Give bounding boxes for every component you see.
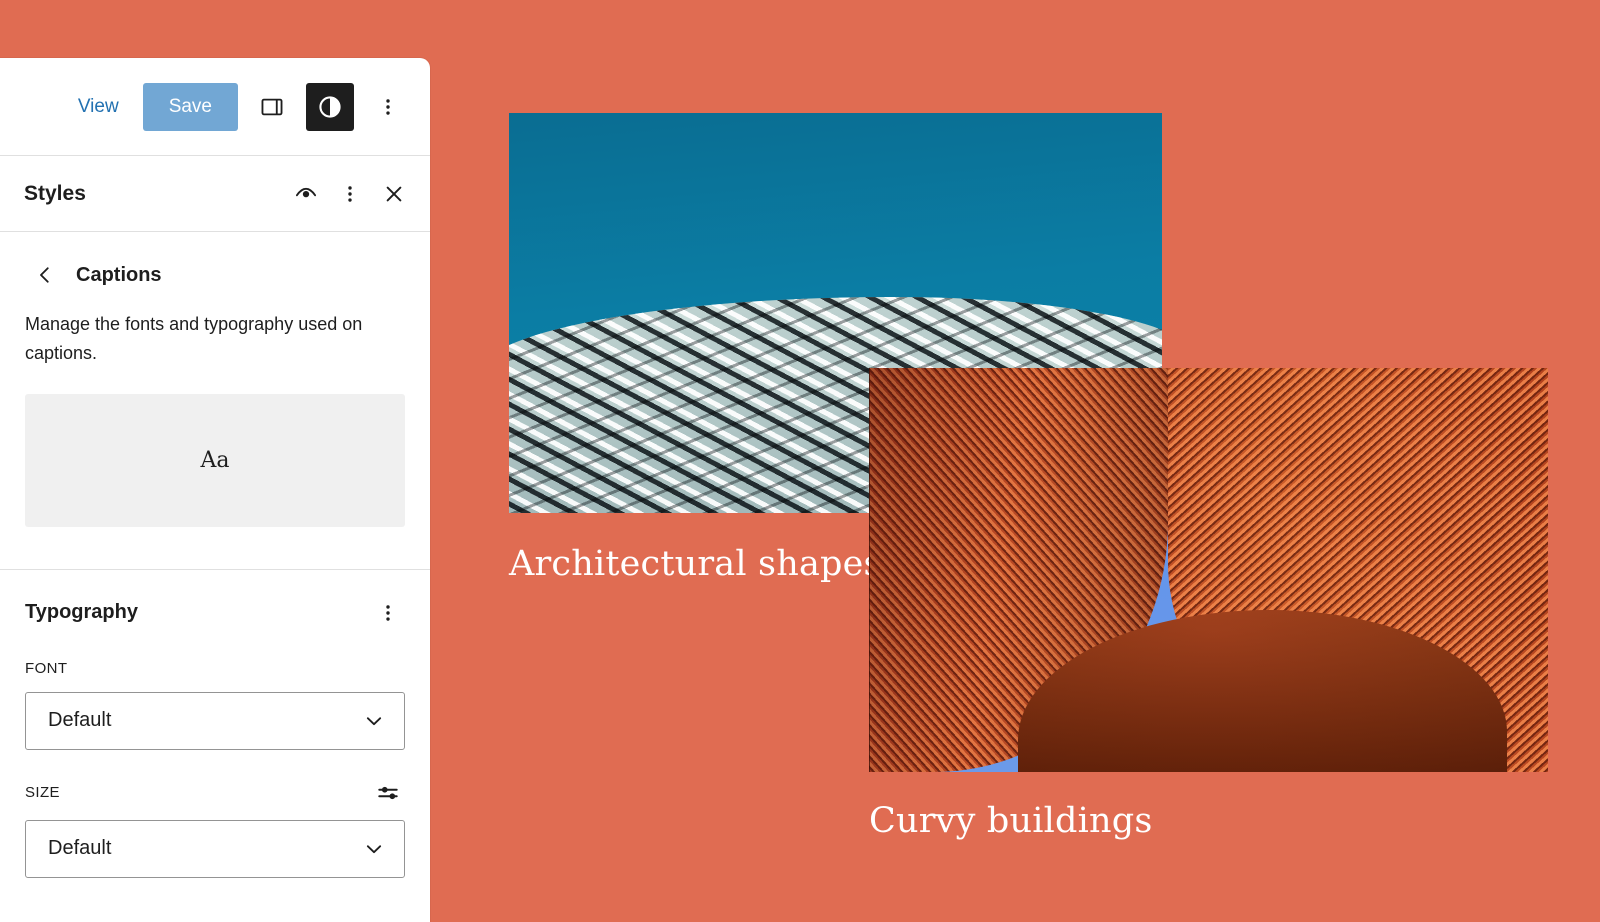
- editor-toolbar: View Save: [0, 58, 430, 156]
- sliders-settings-icon[interactable]: [371, 776, 405, 810]
- styles-panel-header: Styles: [0, 156, 430, 232]
- save-button[interactable]: Save: [143, 83, 238, 131]
- terracotta-curved-facade-photo[interactable]: [869, 368, 1548, 772]
- three-dots-vertical-icon[interactable]: [364, 83, 412, 131]
- image-block-curvy[interactable]: Curvy buildings: [869, 368, 1548, 842]
- size-field-label-row: SIZE: [25, 776, 405, 810]
- captions-navigation-row: Captions: [0, 232, 430, 292]
- image-caption[interactable]: Curvy buildings: [869, 800, 1548, 842]
- font-field-label: FONT: [25, 660, 67, 677]
- close-x-icon[interactable]: [372, 172, 416, 216]
- typography-preview-card[interactable]: Aa: [25, 394, 405, 527]
- size-select-value: Default: [48, 837, 111, 860]
- contrast-circle-icon[interactable]: [306, 83, 354, 131]
- font-select[interactable]: Default: [25, 692, 405, 750]
- chevron-left-icon[interactable]: [28, 258, 62, 292]
- view-button[interactable]: View: [64, 86, 133, 128]
- size-select[interactable]: Default: [25, 820, 405, 878]
- chevron-down-icon: [362, 709, 386, 733]
- captions-heading: Captions: [76, 264, 162, 287]
- typography-preview-text: Aa: [200, 448, 229, 473]
- three-dots-vertical-icon[interactable]: [328, 172, 372, 216]
- typography-heading: Typography: [25, 601, 138, 624]
- typography-heading-row: Typography: [25, 570, 405, 630]
- sidebar-panel-icon[interactable]: [248, 83, 296, 131]
- font-select-value: Default: [48, 709, 111, 732]
- typography-section: Typography FONT Default SIZE: [0, 570, 430, 878]
- page-title: Styles: [24, 182, 284, 206]
- styles-sidebar-panel: View Save Styles: [0, 58, 430, 922]
- three-dots-vertical-icon[interactable]: [371, 596, 405, 630]
- chevron-down-icon: [362, 837, 386, 861]
- captions-description: Manage the fonts and typography used on …: [0, 292, 430, 368]
- eye-icon[interactable]: [284, 172, 328, 216]
- font-field-label-row: FONT: [25, 656, 405, 682]
- size-field-label: SIZE: [25, 784, 60, 801]
